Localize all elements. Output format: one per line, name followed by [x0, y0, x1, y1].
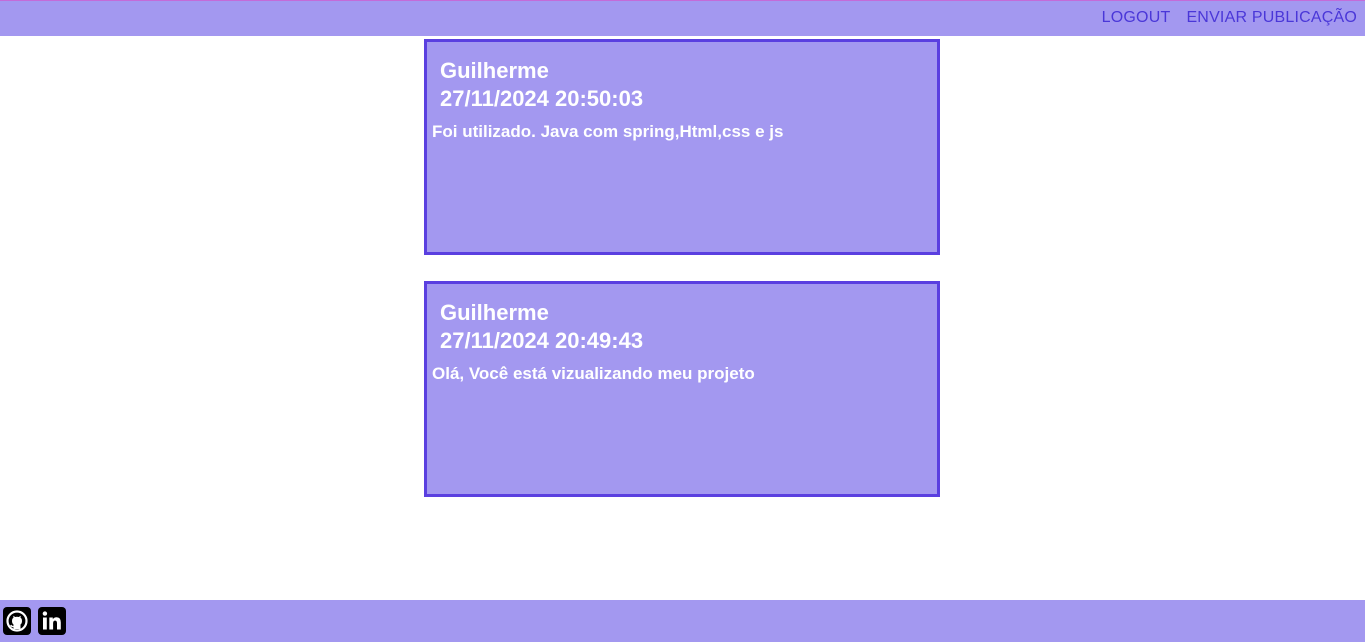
post-author: Guilherme — [440, 58, 549, 83]
footer — [0, 600, 1365, 642]
top-nav-links: LOGOUT ENVIAR PUBLICAÇÃO — [1102, 9, 1357, 27]
linkedin-icon — [38, 607, 66, 635]
logout-link[interactable]: LOGOUT — [1102, 9, 1171, 27]
post-datetime: 27/11/2024 20:50:03 — [440, 86, 644, 111]
top-navbar: LOGOUT ENVIAR PUBLICAÇÃO — [0, 0, 1365, 36]
github-link[interactable] — [3, 607, 31, 635]
linkedin-link[interactable] — [38, 607, 66, 635]
post-datetime: 27/11/2024 20:49:43 — [440, 328, 644, 353]
post-content: Olá, Você está vizualizando meu projeto — [432, 364, 755, 383]
post-card: Guilherme 27/11/2024 20:49:43 Olá, Você … — [424, 281, 940, 497]
send-post-link[interactable]: ENVIAR PUBLICAÇÃO — [1186, 9, 1357, 27]
post-author: Guilherme — [440, 300, 549, 325]
github-icon — [3, 607, 31, 635]
post-content: Foi utilizado. Java com spring,Html,css … — [432, 122, 784, 141]
post-card: Guilherme 27/11/2024 20:50:03 Foi utiliz… — [424, 39, 940, 255]
